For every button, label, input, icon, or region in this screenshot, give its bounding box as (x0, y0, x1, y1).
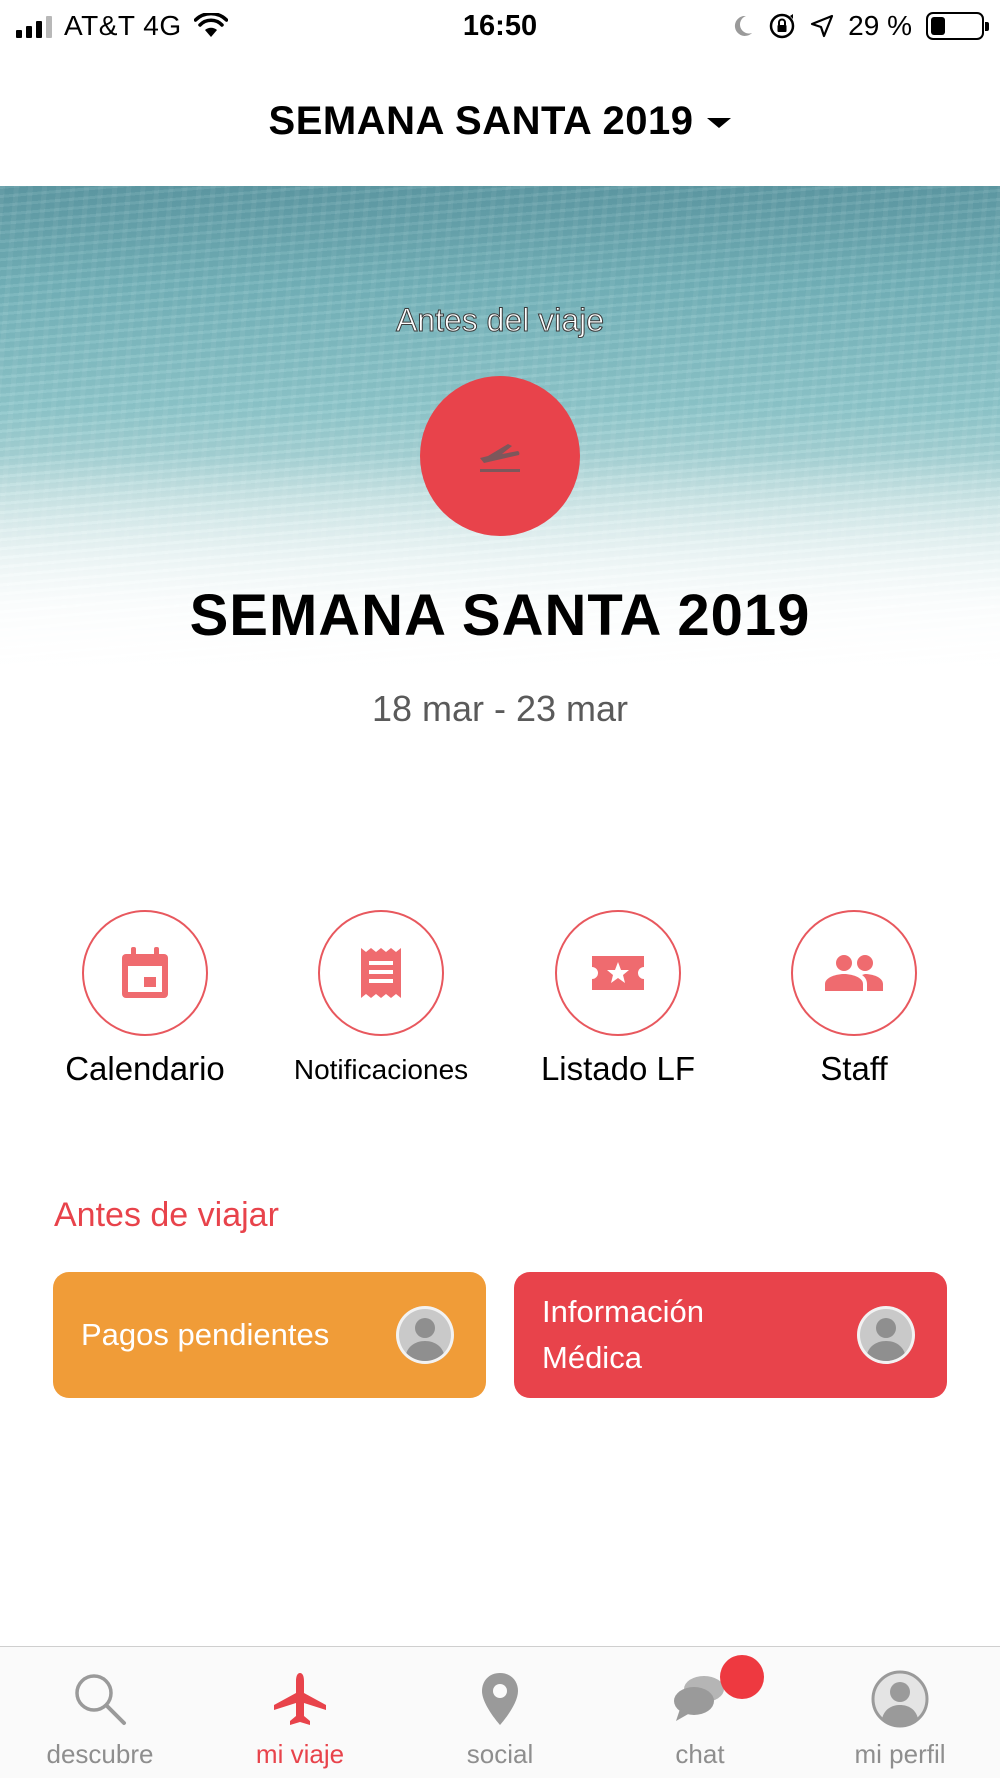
shortcut-label: Calendario (65, 1050, 225, 1087)
tab-bar: descubre mi viaje social chat mi perfil (0, 1646, 1000, 1778)
card-label: Información Médica (542, 1289, 704, 1381)
tab-label: mi perfil (854, 1739, 946, 1769)
tab-descubre[interactable]: descubre (0, 1647, 200, 1778)
card-label-line2: Médica (542, 1340, 642, 1375)
location-arrow-icon (811, 14, 834, 38)
tab-label: chat (675, 1739, 725, 1769)
moon-icon (735, 15, 753, 36)
shortcut-staff[interactable]: Staff (729, 910, 979, 1088)
shortcut-ring (791, 910, 917, 1036)
map-pin-icon (482, 1673, 518, 1725)
status-bar: AT&T 4G 16:50 29 % (0, 0, 1000, 56)
search-icon (75, 1674, 126, 1725)
battery-icon (926, 12, 989, 40)
tab-social[interactable]: social (400, 1647, 600, 1778)
status-right: 29 % (732, 10, 989, 42)
trip-selector-title: SEMANA SANTA 2019 (268, 98, 694, 143)
avatar-placeholder-icon (396, 1306, 454, 1364)
shortcut-ring (82, 910, 208, 1036)
airplane-icon (274, 1673, 326, 1725)
shortcut-ring (555, 910, 681, 1036)
shortcut-notificaciones[interactable]: Notificaciones (256, 910, 506, 1086)
trip-status-badge (420, 376, 580, 536)
ticket-star-icon (592, 956, 644, 990)
card-pagos-pendientes[interactable]: Pagos pendientes (53, 1272, 486, 1398)
tab-label: mi viaje (255, 1739, 345, 1769)
trip-selector[interactable]: SEMANA SANTA 2019 (0, 56, 1000, 186)
caret-down-icon (707, 118, 732, 128)
card-label-line1: Información (542, 1294, 704, 1329)
people-icon (825, 955, 883, 991)
trip-dates: 18 mar - 23 mar (371, 688, 629, 729)
tab-mi-viaje[interactable]: mi viaje (200, 1647, 400, 1778)
trip-shortcuts: Calendario Notificaciones Listado LF Sta… (0, 910, 1000, 1090)
shortcut-ring (318, 910, 444, 1036)
shortcut-label: Listado LF (540, 1050, 696, 1087)
trip-title: SEMANA SANTA 2019 (189, 583, 811, 648)
chat-notification-badge (720, 1655, 764, 1699)
profile-icon (871, 1670, 929, 1728)
orientation-lock-icon (769, 13, 795, 39)
tab-chat[interactable]: chat (600, 1647, 800, 1778)
tab-mi-perfil[interactable]: mi perfil (800, 1647, 1000, 1778)
battery-fill (931, 17, 945, 35)
section-title-antes-de-viajar: Antes de viajar (54, 1196, 279, 1234)
tab-label: descubre (46, 1739, 154, 1769)
shortcut-label: Notificaciones (293, 1054, 469, 1085)
calendar-icon (122, 947, 168, 998)
shortcut-listado-lf[interactable]: Listado LF (493, 910, 743, 1088)
card-label: Pagos pendientes (81, 1317, 330, 1352)
hero-subtitle: Antes del viaje (395, 302, 605, 339)
hero-banner: Antes del viaje SEMANA SANTA 2019 (0, 186, 1000, 676)
shortcut-calendario[interactable]: Calendario (20, 910, 270, 1088)
plane-departure-icon (480, 444, 520, 472)
shortcut-label: Staff (820, 1050, 888, 1087)
battery-percent: 29 % (848, 10, 912, 41)
card-informacion-medica[interactable]: Información Médica (514, 1272, 947, 1398)
tab-label: social (466, 1739, 534, 1769)
receipt-icon (361, 948, 401, 998)
avatar-placeholder-icon (857, 1306, 915, 1364)
